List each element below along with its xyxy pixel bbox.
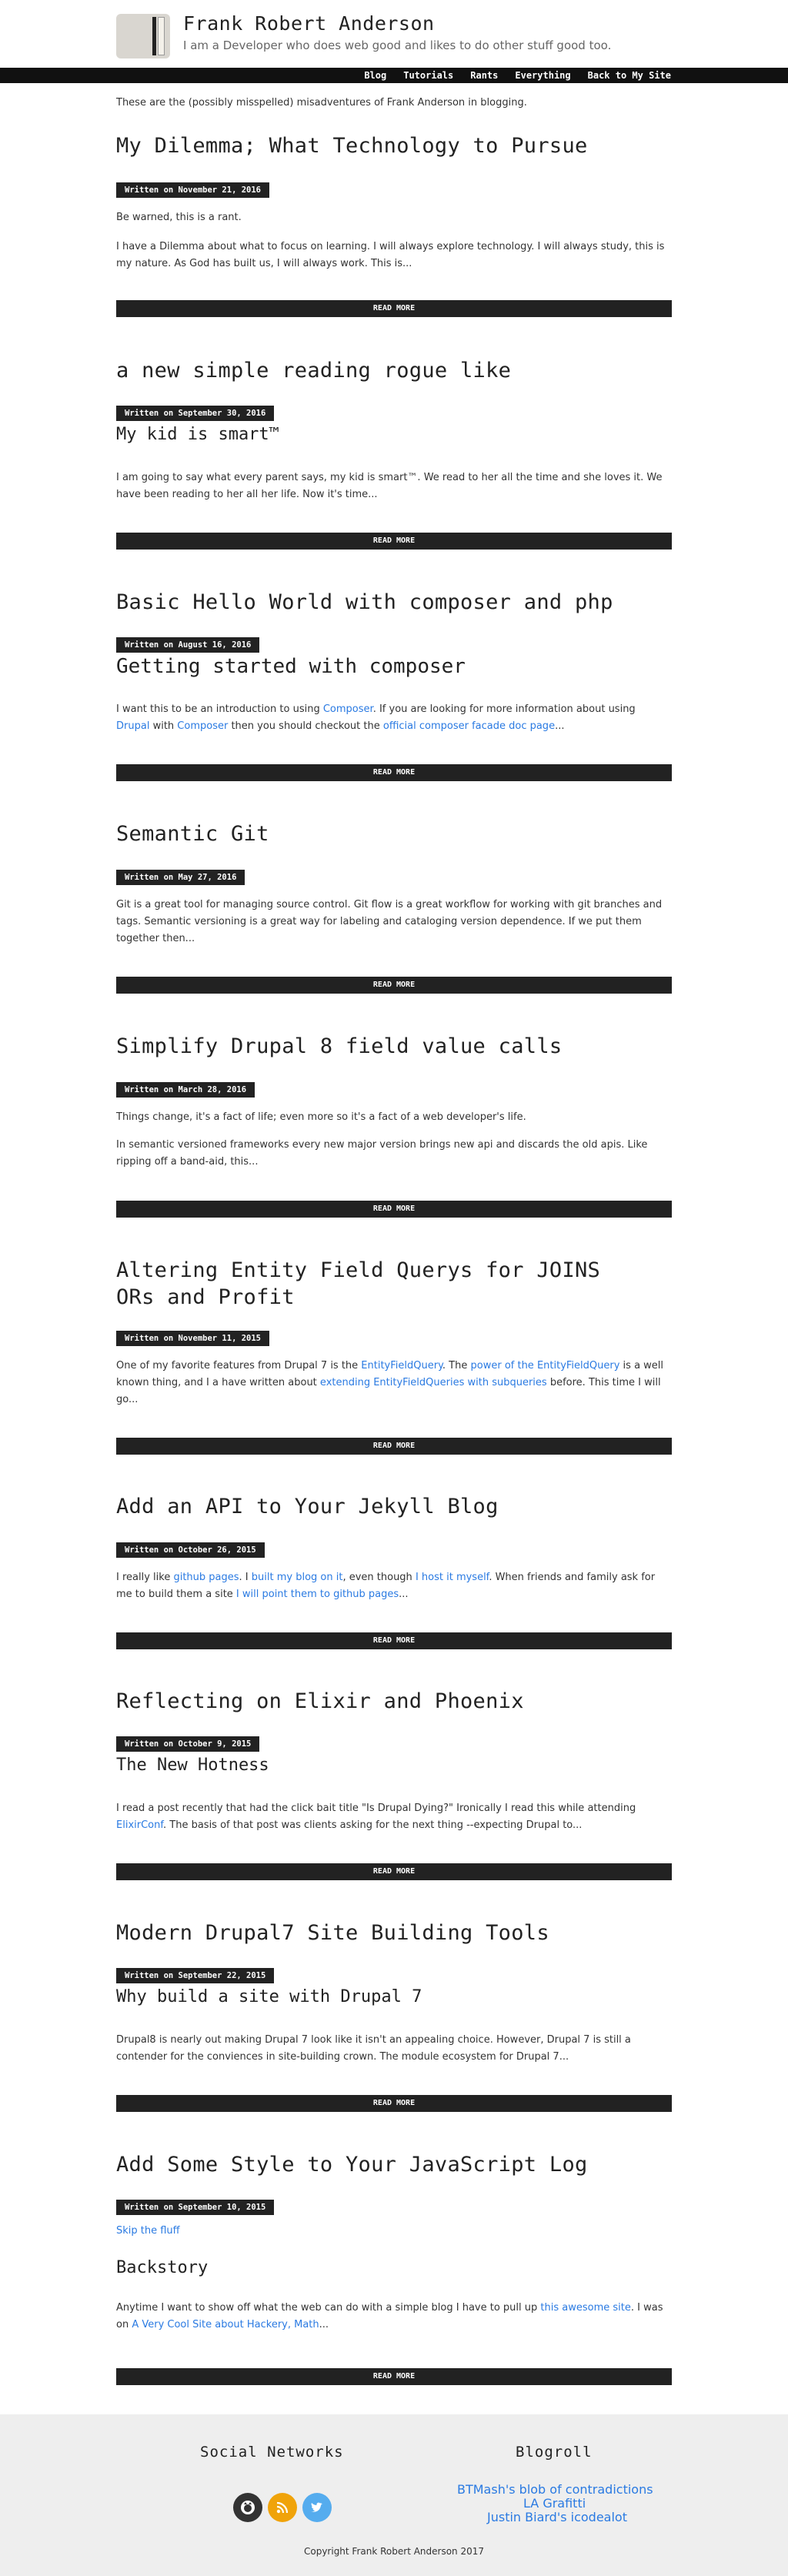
post-title[interactable]: Basic Hello World with composer and php [116,589,613,616]
copyright-text: Copyright Frank Robert Anderson 2017 [303,2546,485,2557]
main-nav: Blog Tutorials Rants Everything Back to … [0,68,788,83]
post-text: Things change, it's a fact of life; even… [116,1111,526,1123]
post-date: Written on November 21, 2016 [116,182,270,198]
post-date: Written on October 26, 2015 [116,1542,265,1558]
post-date: Written on September 10, 2015 [116,2200,275,2215]
blogroll-heading: Blogroll [516,2444,593,2461]
post-excerpt: Anytime I want to show off what the web … [116,2302,663,2330]
site-logo[interactable] [116,14,170,58]
post-excerpt: Git is a great tool for managing source … [116,899,663,944]
github-icon[interactable] [233,2493,262,2522]
read-more-button[interactable]: READ MORE [116,764,672,781]
blogroll-link[interactable]: BTMash's blob of contradictions [457,2482,653,2497]
link-extending-entityfieldqueries[interactable]: extending EntityFieldQueries with subque… [320,1377,547,1388]
link-composer[interactable]: Composer [177,720,228,732]
post-excerpt: I really like github pages. I built my b… [116,1572,656,1600]
nav-tutorials[interactable]: Tutorials [403,68,453,83]
logo-bar [152,17,156,55]
link-built-my-blog[interactable]: built my blog on it [252,1572,343,1583]
post-title[interactable]: Reflecting on Elixir and Phoenix [116,1688,524,1715]
nav-blog[interactable]: Blog [364,68,386,83]
link-entityfieldquery[interactable]: EntityFieldQuery [361,1360,442,1372]
read-more-button[interactable]: READ MORE [116,2095,672,2112]
link-cool-site-hackery-math[interactable]: A Very Cool Site about Hackery, Math [132,2319,319,2330]
post-excerpt: I am going to say what every parent says… [116,472,663,500]
post-subtitle: Backstory [116,2258,209,2277]
read-more-button[interactable]: READ MORE [116,1438,672,1455]
read-more-button[interactable]: READ MORE [116,300,672,317]
link-github-pages[interactable]: github pages [173,1572,239,1583]
nav-rants[interactable]: Rants [470,68,498,83]
twitter-icon[interactable] [302,2493,332,2522]
post-text: Be warned, this is a rant. [116,212,242,223]
link-composer-facade-doc[interactable]: official composer facade doc page [383,720,555,732]
post-date: Written on September 30, 2016 [116,406,275,421]
post-title[interactable]: Add Some Style to Your JavaScript Log [116,2151,588,2178]
post-subtitle: My kid is smart™ [116,425,279,444]
link-host-it-myself[interactable]: I host it myself [416,1572,489,1583]
blog-intro: These are the (possibly misspelled) misa… [116,97,527,109]
post-excerpt: Drupal8 is nearly out making Drupal 7 lo… [116,2034,631,2063]
read-more-button[interactable]: READ MORE [116,1201,672,1218]
site-title[interactable]: Frank Robert Anderson [183,12,435,35]
post-title[interactable]: a new simple reading rogue like [116,357,511,384]
nav-everything[interactable]: Everything [515,68,570,83]
post-excerpt: In semantic versioned frameworks every n… [116,1139,648,1168]
post-excerpt: I read a post recently that had the clic… [116,1803,636,1831]
read-more-button[interactable]: READ MORE [116,1863,672,1880]
link-composer[interactable]: Composer [323,703,373,715]
skip-the-fluff-link[interactable]: Skip the fluff [116,2225,180,2237]
link-power-of-entityfieldquery[interactable]: power of the EntityFieldQuery [471,1360,620,1372]
post-title[interactable]: Altering Entity Field Querys for JOINS OR… [116,1257,600,1311]
post-excerpt: One of my favorite features from Drupal … [116,1360,664,1405]
post-title[interactable]: Add an API to Your Jekyll Blog [116,1493,499,1520]
post-title[interactable]: My Dilemma; What Technology to Pursue [116,132,588,159]
post-subtitle: The New Hotness [116,1756,269,1775]
post-date: Written on March 28, 2016 [116,1082,255,1098]
read-more-button[interactable]: READ MORE [116,1632,672,1649]
post-date: Written on May 27, 2016 [116,870,245,885]
logo-bar [158,17,165,55]
post-date: Written on November 11, 2015 [116,1331,270,1346]
post-date: Written on October 9, 2015 [116,1736,260,1752]
post-date: Written on August 16, 2016 [116,637,260,653]
link-elixirconf[interactable]: ElixirConf [116,1819,163,1831]
blogroll-link[interactable]: Justin Biard's icodealot [487,2510,627,2524]
nav-back-to-my-site[interactable]: Back to My Site [588,68,671,83]
link-awesome-site[interactable]: this awesome site [540,2302,630,2314]
link-drupal[interactable]: Drupal [116,720,149,732]
post-title[interactable]: Semantic Git [116,820,269,847]
link-point-to-github-pages[interactable]: I will point them to github pages [236,1589,399,1600]
post-excerpt: I have a Dilemma about what to focus on … [116,241,665,269]
post-excerpt: I want this to be an introduction to usi… [116,703,636,732]
site-header: Frank Robert Anderson I am a Developer w… [0,0,788,66]
read-more-button[interactable]: READ MORE [116,2368,672,2385]
post-title[interactable]: Simplify Drupal 8 field value calls [116,1033,562,1060]
social-networks-heading: Social Networks [200,2444,344,2461]
site-footer: Social Networks Blogroll BTMash's blob o… [0,2414,788,2576]
site-description: I am a Developer who does web good and l… [183,38,612,52]
post-title[interactable]: Modern Drupal7 Site Building Tools [116,1919,549,1946]
rss-icon[interactable] [268,2493,297,2522]
post-subtitle: Why build a site with Drupal 7 [116,1987,422,2006]
blogroll-link[interactable]: LA Grafitti [523,2496,586,2511]
read-more-button[interactable]: READ MORE [116,533,672,550]
post-date: Written on September 22, 2015 [116,1968,275,1983]
post-subtitle: Getting started with composer [116,655,466,678]
read-more-button[interactable]: READ MORE [116,977,672,994]
